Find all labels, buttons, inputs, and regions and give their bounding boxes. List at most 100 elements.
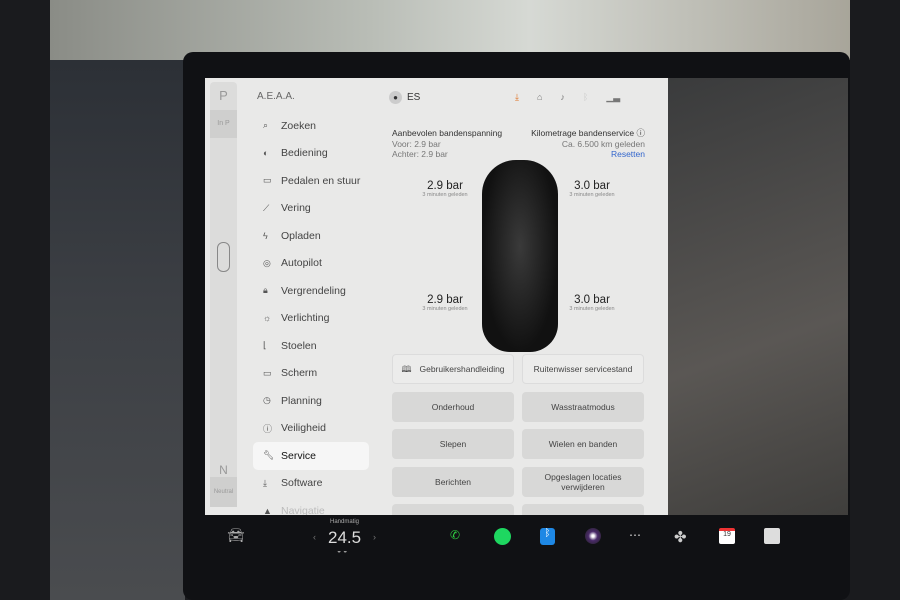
menu-item-label: Service [281, 449, 317, 462]
steering-wheel-icon: ◎ [263, 257, 271, 268]
service-button-label: Opgeslagen locaties verwijderen [544, 471, 622, 492]
temp-up[interactable]: › [373, 532, 376, 542]
user-profile[interactable]: ● ES [389, 91, 420, 104]
bell-icon[interactable]: ♪ [560, 92, 565, 103]
download-icon: ⤓ [263, 477, 267, 488]
gear-current-sub: In P [210, 110, 237, 138]
climate-mode: Handmatig [330, 519, 360, 525]
menu-item-stoelen[interactable]: ⌊ Stoelen [253, 332, 369, 360]
service-button[interactable]: Kalibratie spiegels, [522, 504, 644, 515]
menu-item-label: Veiligheid [281, 422, 326, 435]
user-icon: ● [389, 91, 402, 104]
tire-time: 3 minuten geleden [422, 192, 468, 198]
menu-item-label: Autopilot [281, 257, 322, 270]
menu-item-planning[interactable]: ◷ Planning [253, 387, 369, 415]
service-button[interactable]: Wasstraatmodus [522, 391, 644, 422]
service-button-label: Slepen [439, 439, 467, 449]
menu-item-label: Vergrendeling [281, 284, 346, 297]
menu-item-zoeken[interactable]: ⌕ Zoeken [253, 112, 369, 140]
recommended-pressure: Aanbevolen bandenspanning Voor: 2.9 bar … [392, 128, 502, 160]
menu-item-label: Vering [281, 202, 311, 215]
menu-item-service[interactable]: 🔧︎ Service [253, 442, 369, 470]
book-icon: 🕮︎ [401, 364, 412, 374]
bluetooth-icon[interactable]: ᛒ [583, 92, 588, 103]
phone-icon[interactable]: ✆ [450, 528, 460, 542]
gear-current[interactable]: P [210, 82, 237, 110]
menu-item-navigatie[interactable]: ▲ Navigatie [253, 497, 369, 515]
menu-item-scherm[interactable]: ▭ Scherm [253, 360, 369, 388]
service-button[interactable]: Ruitenwisser servicestand [522, 354, 644, 384]
car-top-view [482, 160, 558, 352]
tire-rear-right: 3.0 bar 3 minuten geleden [557, 294, 627, 312]
calendar-icon[interactable]: 19 [719, 528, 735, 544]
home-icon[interactable]: ⌂ [537, 92, 542, 103]
more-icon[interactable]: ⋯ [629, 528, 641, 542]
menu-item-software[interactable]: ⤓ Software [253, 470, 369, 498]
navigation-icon: ▲ [263, 505, 272, 515]
menu-item-verlichting[interactable]: ☼ Verlichting [253, 305, 369, 333]
menu-item-label: Opladen [281, 229, 321, 242]
download-icon[interactable]: ⤓ [515, 92, 519, 103]
tire-front-left: 2.9 bar 3 minuten geleden [410, 180, 480, 198]
menu-item-label: Navigatie [281, 504, 325, 515]
car-icon: ▭ [263, 175, 272, 186]
menu-item-label: Planning [281, 394, 322, 407]
service-button[interactable]: Opgeslagen locaties verwijderen [522, 466, 644, 497]
menu-item-label: Zoeken [281, 119, 317, 132]
gear-neutral-sub: Neutral [210, 477, 237, 507]
menu-item-opladen[interactable]: ϟ Opladen [253, 222, 369, 250]
tire-value: 3.0 bar [574, 294, 610, 306]
camera-icon[interactable] [585, 528, 601, 544]
climate-temp[interactable]: 24.5 [328, 528, 361, 548]
menu-item-vergrendeling[interactable]: 🔒︎ Vergrendeling [253, 277, 369, 305]
dashboard-left [50, 60, 185, 600]
suspension-icon: ⟋ [263, 202, 270, 213]
gear-neutral[interactable]: N [210, 463, 237, 477]
temp-down[interactable]: ‹ [313, 532, 316, 542]
menu-item-label: Stoelen [281, 339, 317, 352]
spotify-icon[interactable] [494, 528, 511, 545]
info-icon[interactable]: ⓘ [636, 128, 645, 138]
service-button[interactable]: Berichten [392, 466, 514, 497]
map-area [668, 78, 848, 515]
signal-icon: ▁▃ [606, 92, 621, 102]
tire-front-right: 3.0 bar 3 minuten geleden [557, 180, 627, 198]
seat-icon: ⌊ [263, 340, 267, 351]
settings-menu: ⌕ Zoeken ◐ Bediening ▭ Pedalen en stuur ⟋ Verin… [253, 112, 369, 515]
notes-icon[interactable] [764, 528, 780, 544]
menu-item-pedalen-en-stuur[interactable]: ▭ Pedalen en stuur [253, 167, 369, 195]
gear-selector[interactable]: P In P N Neutral [210, 82, 237, 507]
service-button-label: Ruitenwisser servicestand [533, 364, 633, 374]
reset-link[interactable]: Resetten [531, 149, 645, 160]
service-button-label: Gebruikershandleiding [419, 364, 505, 374]
seat-heat-icons[interactable]: ◒ ◒ [337, 548, 347, 555]
lock-icon: 🔒︎ [263, 285, 268, 296]
tire-time: 3 minuten geleden [422, 306, 468, 312]
menu-item-label: Verlichting [281, 312, 330, 325]
service-button-label: Wielen en banden [548, 439, 618, 449]
bluetooth-app-icon[interactable]: ᛒ [540, 528, 555, 545]
tire-value: 3.0 bar [574, 180, 610, 192]
menu-item-bediening[interactable]: ◐ Bediening [253, 140, 369, 168]
service-button[interactable] [392, 504, 514, 515]
menu-item-vering[interactable]: ⟋ Vering [253, 195, 369, 223]
service-button[interactable]: Wielen en banden [522, 429, 644, 459]
display-icon: ▭ [263, 367, 272, 378]
service-button-label: Berichten [435, 476, 471, 487]
info-icon: ⓘ [263, 423, 273, 434]
car-icon[interactable]: 🚘︎ [227, 527, 245, 544]
menu-item-autopilot[interactable]: ◎ Autopilot [253, 250, 369, 278]
light-icon: ☼ [263, 313, 272, 324]
front-pressure: Voor: 2.9 bar [392, 138, 441, 149]
service-button[interactable]: Slepen [392, 429, 514, 459]
menu-item-label: Software [281, 477, 323, 490]
toggle-icon: ◐ [263, 148, 269, 159]
fan-icon[interactable]: ✤ [674, 528, 687, 546]
menu-item-veiligheid[interactable]: ⓘ Veiligheid [253, 415, 369, 443]
wrench-icon: 🔧︎ [263, 450, 275, 461]
service-button[interactable]: Onderhoud [392, 391, 514, 422]
tire-service: Kilometrage bandenservice ⓘ Ca. 6.500 km… [531, 128, 645, 160]
tire-value: 2.9 bar [427, 294, 463, 306]
service-button[interactable]: 🕮︎ Gebruikershandleiding [392, 354, 514, 384]
page-title: A.E.A.A. [257, 91, 295, 102]
